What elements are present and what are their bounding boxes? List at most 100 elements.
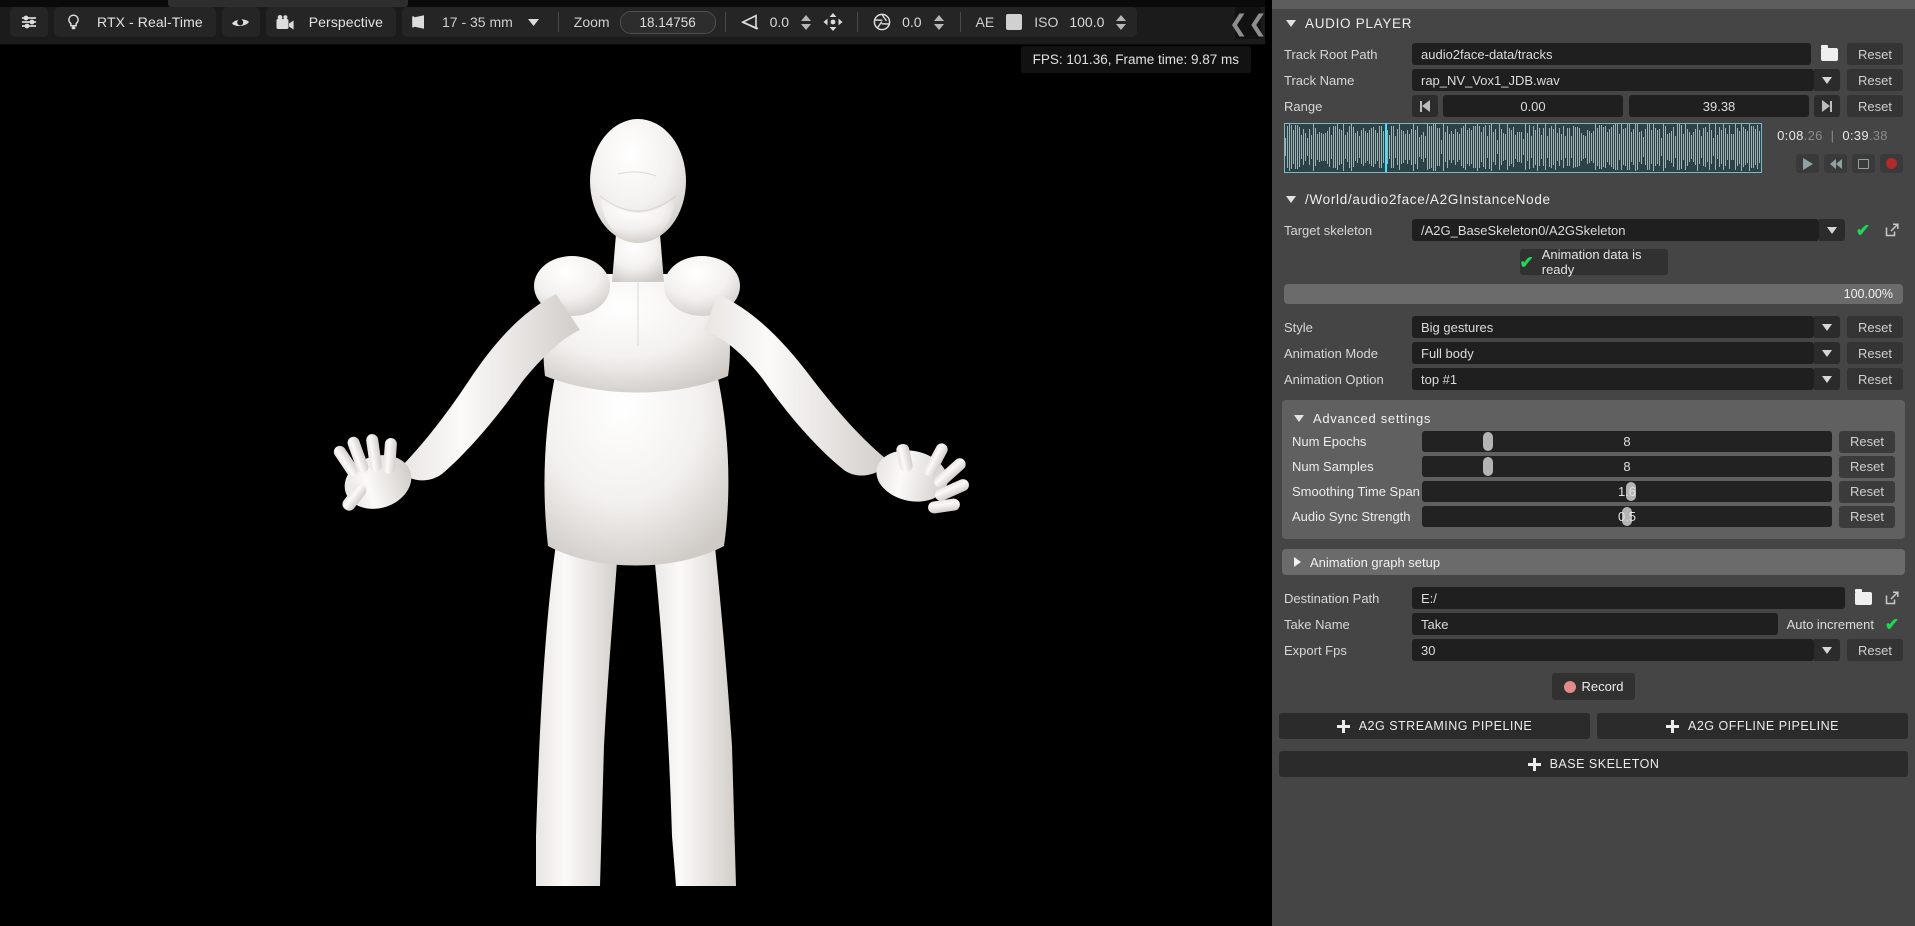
- instance-node-section-header[interactable]: /World/audio2face/A2GInstanceNode: [1272, 185, 1915, 213]
- export-fps-row: Export Fps 30 Reset: [1284, 639, 1903, 661]
- track-root-path-reset-button[interactable]: Reset: [1847, 43, 1903, 65]
- chevron-down-icon[interactable]: [1814, 639, 1841, 661]
- slider-control[interactable]: 1.6: [1422, 481, 1833, 502]
- chevron-down-icon[interactable]: [1819, 219, 1845, 241]
- destination-path-row: Destination Path E:/: [1284, 587, 1903, 609]
- slider-reset-button[interactable]: Reset: [1839, 430, 1895, 453]
- track-name-select[interactable]: rap_NV_Vox1_JDB.wav: [1412, 69, 1815, 91]
- export-fps-reset-button[interactable]: Reset: [1847, 639, 1903, 661]
- open-external-icon[interactable]: [1881, 219, 1903, 241]
- folder-icon[interactable]: [1818, 43, 1840, 65]
- ae-toggle-swatch[interactable]: [1006, 14, 1023, 30]
- advanced-settings-header[interactable]: Advanced settings: [1282, 405, 1905, 431]
- loop-button[interactable]: [1852, 154, 1875, 173]
- skip-to-start-icon[interactable]: [1412, 95, 1438, 117]
- fov-stepper[interactable]: [799, 9, 813, 35]
- chevron-down-icon: [1294, 414, 1304, 422]
- current-time: 0:08: [1777, 128, 1804, 143]
- check-icon[interactable]: ✔: [1852, 219, 1874, 241]
- open-external-icon[interactable]: [1881, 587, 1903, 609]
- fov-value[interactable]: 0.0: [765, 14, 794, 30]
- aperture-icon[interactable]: [867, 7, 897, 37]
- sliders-icon[interactable]: [14, 7, 44, 37]
- chevron-down-icon[interactable]: [1814, 368, 1841, 390]
- take-name-input[interactable]: Take: [1412, 613, 1778, 635]
- playhead-marker[interactable]: [1385, 124, 1388, 172]
- lens-label[interactable]: 17 - 35 mm: [436, 14, 519, 30]
- render-mode-selector[interactable]: RTX - Real-Time: [54, 7, 216, 37]
- iso-stepper[interactable]: [1114, 9, 1128, 35]
- slider-control[interactable]: 0.5: [1422, 506, 1833, 527]
- record-button[interactable]: Record: [1551, 673, 1636, 700]
- slider-reset-button[interactable]: Reset: [1839, 455, 1895, 478]
- check-icon: ✔: [1519, 252, 1534, 272]
- iso-value[interactable]: 100.0: [1064, 14, 1109, 30]
- ae-label[interactable]: AE: [970, 14, 1001, 30]
- animation-option-row: Animation Option top #1 Reset: [1284, 368, 1903, 390]
- skip-to-end-icon[interactable]: [1814, 95, 1841, 117]
- track-name-reset-button[interactable]: Reset: [1847, 69, 1903, 91]
- status-text: Animation data is ready: [1541, 247, 1642, 277]
- animation-mode-select[interactable]: Full body: [1412, 342, 1815, 364]
- fov-icon[interactable]: [735, 7, 765, 37]
- camera-icon: [270, 7, 300, 37]
- auto-increment-checkbox[interactable]: ✔: [1881, 613, 1903, 635]
- base-skeleton-label: BASE SKELETON: [1549, 757, 1660, 771]
- viewport-3d-canvas[interactable]: [0, 46, 1265, 926]
- chevron-down-icon[interactable]: [519, 7, 549, 37]
- a2g-offline-pipeline-button[interactable]: A2G OFFLINE PIPELINE: [1597, 713, 1908, 739]
- rewind-button[interactable]: [1824, 154, 1847, 173]
- range-reset-button[interactable]: Reset: [1847, 95, 1903, 117]
- style-label: Style: [1284, 319, 1313, 335]
- audio-waveform[interactable]: [1284, 123, 1762, 173]
- play-button[interactable]: [1796, 154, 1819, 173]
- range-start-input[interactable]: 0.00: [1443, 95, 1624, 117]
- chevron-down-icon[interactable]: [1814, 342, 1841, 364]
- animation-option-reset-button[interactable]: Reset: [1847, 368, 1903, 390]
- animation-mode-reset-button[interactable]: Reset: [1847, 342, 1903, 364]
- transport-controls: [1796, 154, 1903, 173]
- collapse-left-icon[interactable]: ❮❮: [1229, 7, 1267, 39]
- camera-selector[interactable]: Perspective: [265, 7, 396, 37]
- eye-icon[interactable]: [226, 7, 256, 37]
- visibility-button[interactable]: [221, 7, 260, 37]
- slider-control[interactable]: 8: [1422, 431, 1833, 452]
- target-skeleton-row: Target skeleton /A2G_BaseSkeleton0/A2GSk…: [1284, 219, 1903, 241]
- track-root-path-input[interactable]: audio2face-data/tracks: [1412, 43, 1812, 65]
- a2g-streaming-pipeline-button[interactable]: A2G STREAMING PIPELINE: [1279, 713, 1590, 739]
- slider-value: 8: [1623, 459, 1631, 474]
- audio-player-section-header[interactable]: AUDIO PLAYER: [1272, 9, 1915, 37]
- range-end-input[interactable]: 39.38: [1629, 95, 1810, 117]
- slider-control[interactable]: 8: [1422, 456, 1833, 477]
- slider-thumb[interactable]: [1482, 432, 1493, 451]
- aperture-value[interactable]: 0.0: [897, 14, 926, 30]
- base-skeleton-button[interactable]: BASE SKELETON: [1279, 751, 1908, 777]
- render-settings-button[interactable]: [10, 7, 48, 37]
- move-gizmo-icon[interactable]: [818, 7, 848, 37]
- chevron-down-icon[interactable]: [1814, 316, 1841, 338]
- slider-reset-button[interactable]: Reset: [1839, 480, 1895, 503]
- animation-graph-setup-header[interactable]: Animation graph setup: [1282, 549, 1905, 575]
- destination-path-input[interactable]: E:/: [1412, 587, 1845, 609]
- slider-thumb[interactable]: [1482, 457, 1493, 476]
- a2g-offline-pipeline-label: A2G OFFLINE PIPELINE: [1687, 719, 1839, 733]
- take-name-label: Take Name: [1284, 616, 1350, 632]
- animation-option-select[interactable]: top #1: [1412, 368, 1815, 390]
- fps-overlay: FPS: 101.36, Frame time: 9.87 ms: [1020, 46, 1251, 73]
- lens-icon[interactable]: [406, 7, 436, 37]
- lightbulb-icon: [58, 7, 88, 37]
- slider-reset-button[interactable]: Reset: [1839, 505, 1895, 528]
- aperture-stepper[interactable]: [932, 9, 946, 35]
- target-skeleton-select[interactable]: /A2G_BaseSkeleton0/A2GSkeleton: [1412, 219, 1819, 241]
- zoom-value-field[interactable]: 18.14756: [619, 10, 716, 34]
- folder-icon[interactable]: [1852, 587, 1874, 609]
- track-name-row: Track Name rap_NV_Vox1_JDB.wav Reset: [1284, 69, 1903, 91]
- export-fps-select[interactable]: 30: [1412, 639, 1815, 661]
- audio-player-title: AUDIO PLAYER: [1305, 15, 1413, 31]
- record-button[interactable]: [1880, 154, 1903, 173]
- humanoid-avatar[interactable]: [0, 46, 1265, 926]
- style-reset-button[interactable]: Reset: [1847, 316, 1903, 338]
- toolbar-tab-nub: [168, 0, 408, 7]
- style-select[interactable]: Big gestures: [1412, 316, 1815, 338]
- chevron-down-icon[interactable]: [1814, 69, 1841, 91]
